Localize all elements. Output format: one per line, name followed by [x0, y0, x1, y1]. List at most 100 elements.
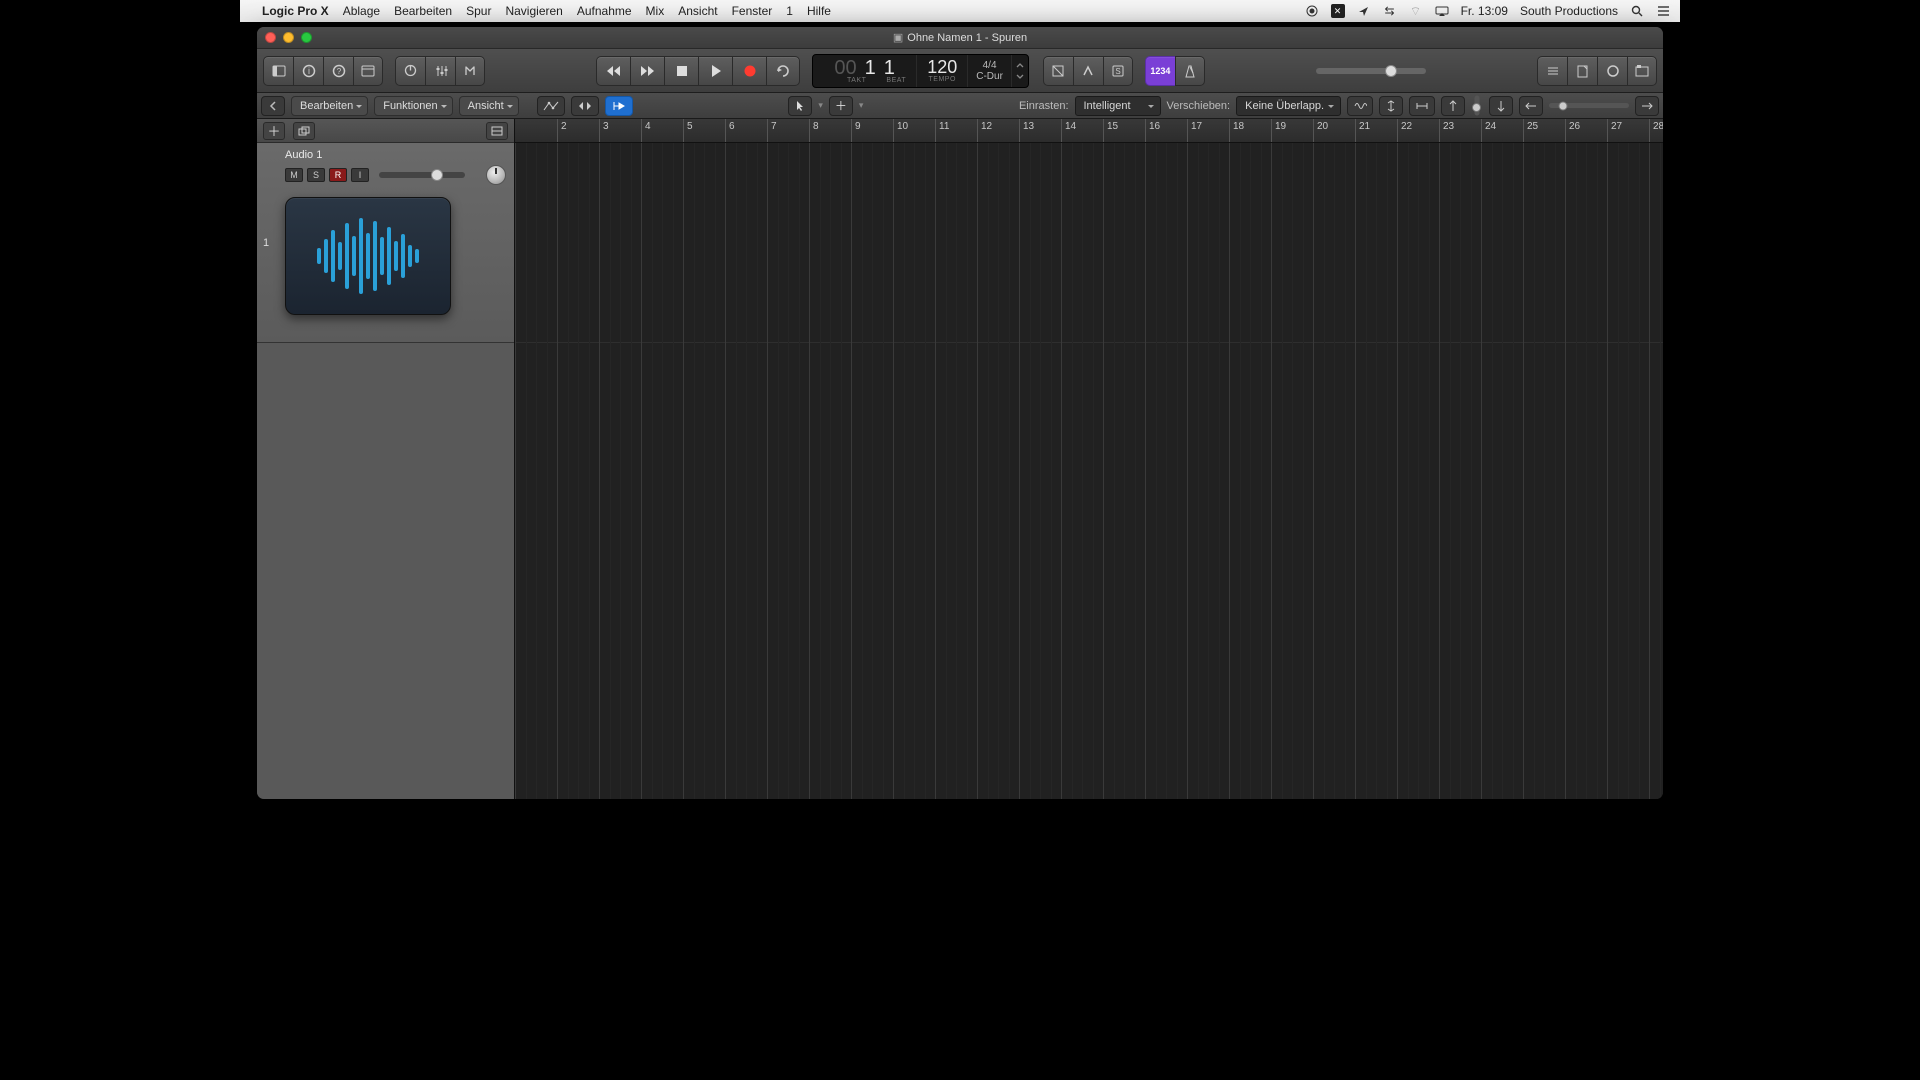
list-editors-button[interactable]: [1537, 56, 1567, 86]
lcd-mode-chevron-icon[interactable]: [1016, 61, 1024, 81]
menu-spur[interactable]: Spur: [466, 4, 491, 18]
ruler-bar[interactable]: 16: [1145, 119, 1160, 142]
track-header-1[interactable]: 1 Audio 1 M S R I: [257, 143, 514, 343]
menu-fenster[interactable]: Fenster: [732, 4, 773, 18]
ruler-bar[interactable]: 7: [767, 119, 777, 142]
forward-button[interactable]: [630, 56, 664, 86]
ruler-bar[interactable]: 12: [977, 119, 992, 142]
menu-navigieren[interactable]: Navigieren: [505, 4, 562, 18]
ruler-bar[interactable]: 26: [1565, 119, 1580, 142]
ruler-bar[interactable]: 27: [1607, 119, 1622, 142]
catch-playhead-toggle[interactable]: [605, 96, 633, 116]
lcd-timesig[interactable]: 4/4: [983, 60, 997, 71]
inspector-button[interactable]: i: [293, 56, 323, 86]
notepad-button[interactable]: [1567, 56, 1597, 86]
window-zoom-button[interactable]: [301, 32, 312, 43]
screenrec-icon[interactable]: [1305, 4, 1319, 18]
arrange-grid[interactable]: [515, 143, 1663, 799]
waveform-zoom-icon[interactable]: [1347, 96, 1373, 116]
location-icon[interactable]: [1357, 4, 1371, 18]
quickhelp-button[interactable]: ?: [323, 56, 353, 86]
back-history-button[interactable]: [261, 96, 285, 116]
stop-button[interactable]: [664, 56, 698, 86]
toolbar-toggle-button[interactable]: [353, 56, 383, 86]
solo-button[interactable]: S: [307, 168, 325, 182]
rewind-button[interactable]: [596, 56, 630, 86]
ruler-bar[interactable]: 18: [1229, 119, 1244, 142]
ruler-bar[interactable]: 15: [1103, 119, 1118, 142]
menubar-clock[interactable]: Fr. 13:09: [1461, 4, 1508, 18]
track-volume-slider[interactable]: [379, 172, 465, 178]
menu-hilfe[interactable]: Hilfe: [807, 4, 831, 18]
bar-ruler[interactable]: 2345678910111213141516171819202122232425…: [515, 119, 1663, 143]
ruler-bar[interactable]: 20: [1313, 119, 1328, 142]
cycle-button[interactable]: [766, 56, 800, 86]
menu-ablage[interactable]: Ablage: [343, 4, 380, 18]
ruler-bar[interactable]: 8: [809, 119, 819, 142]
menu-1[interactable]: 1: [786, 4, 793, 18]
ruler-bar[interactable]: 28: [1649, 119, 1663, 142]
global-tracks-button[interactable]: [486, 122, 508, 140]
master-volume-slider[interactable]: [1316, 68, 1426, 74]
track-icon[interactable]: [285, 197, 451, 315]
ruler-bar[interactable]: 19: [1271, 119, 1286, 142]
smart-controls-button[interactable]: [395, 56, 425, 86]
mixer-button[interactable]: [425, 56, 455, 86]
flex-toggle[interactable]: [571, 96, 599, 116]
replace-mode-button[interactable]: [1043, 56, 1073, 86]
spotlight-icon[interactable]: [1630, 4, 1644, 18]
lcd-display[interactable]: 00 1 1 TAKT BEAT 120 TEMPO 4/4 C-Dur: [812, 54, 1029, 88]
ruler-bar[interactable]: 25: [1523, 119, 1538, 142]
ruler-bar[interactable]: 23: [1439, 119, 1454, 142]
tracks-edit-menu[interactable]: Bearbeiten: [291, 96, 368, 116]
vert-autozoom-icon[interactable]: [1379, 96, 1403, 116]
solo-mode-button[interactable]: S: [1103, 56, 1133, 86]
ruler-bar[interactable]: 2: [557, 119, 567, 142]
autopunch-button[interactable]: [1073, 56, 1103, 86]
vzoom-in-icon[interactable]: [1489, 96, 1513, 116]
track-name[interactable]: Audio 1: [285, 149, 506, 161]
menu-ansicht[interactable]: Ansicht: [678, 4, 717, 18]
duplicate-track-button[interactable]: [293, 122, 315, 140]
ruler-bar[interactable]: 17: [1187, 119, 1202, 142]
app-menu[interactable]: Logic Pro X: [262, 4, 329, 18]
lcd-key[interactable]: C-Dur: [976, 71, 1003, 82]
loop-browser-button[interactable]: [1597, 56, 1627, 86]
tracks-functions-menu[interactable]: Funktionen: [374, 96, 452, 116]
library-button[interactable]: [263, 56, 293, 86]
ruler-bar[interactable]: 5: [683, 119, 693, 142]
vertical-zoom-slider[interactable]: [1475, 96, 1480, 116]
vzoom-out-icon[interactable]: [1441, 96, 1465, 116]
ruler-bar[interactable]: 13: [1019, 119, 1034, 142]
arrange-area[interactable]: 2345678910111213141516171819202122232425…: [515, 119, 1663, 799]
ruler-bar[interactable]: 14: [1061, 119, 1076, 142]
input-monitor-button[interactable]: I: [351, 168, 369, 182]
secondary-tool[interactable]: ＋: [829, 96, 853, 116]
editors-button[interactable]: [455, 56, 485, 86]
menu-list-icon[interactable]: [1656, 4, 1670, 18]
mute-button[interactable]: M: [285, 168, 303, 182]
menu-mix[interactable]: Mix: [646, 4, 665, 18]
menu-aufnahme[interactable]: Aufnahme: [577, 4, 632, 18]
record-button[interactable]: [732, 56, 766, 86]
horizontal-zoom-slider[interactable]: [1549, 103, 1629, 108]
media-browser-button[interactable]: [1627, 56, 1657, 86]
pointer-tool[interactable]: [788, 96, 812, 116]
airplay-icon[interactable]: [1435, 4, 1449, 18]
status-icon-1[interactable]: ✕: [1331, 4, 1345, 18]
ruler-bar[interactable]: 9: [851, 119, 861, 142]
ruler-bar[interactable]: 22: [1397, 119, 1412, 142]
record-enable-button[interactable]: R: [329, 168, 347, 182]
count-in-button[interactable]: 1234: [1145, 56, 1175, 86]
menu-bearbeiten[interactable]: Bearbeiten: [394, 4, 452, 18]
metronome-button[interactable]: [1175, 56, 1205, 86]
horiz-autozoom-icon[interactable]: [1409, 96, 1435, 116]
snap-select[interactable]: Intelligent: [1075, 96, 1161, 116]
hzoom-out-icon[interactable]: [1519, 96, 1543, 116]
ruler-bar[interactable]: 3: [599, 119, 609, 142]
window-minimize-button[interactable]: [283, 32, 294, 43]
ruler-bar[interactable]: 11: [935, 119, 949, 142]
lcd-tempo[interactable]: 120: [927, 58, 957, 76]
track-pan-knob[interactable]: [486, 165, 506, 185]
ruler-bar[interactable]: 6: [725, 119, 735, 142]
